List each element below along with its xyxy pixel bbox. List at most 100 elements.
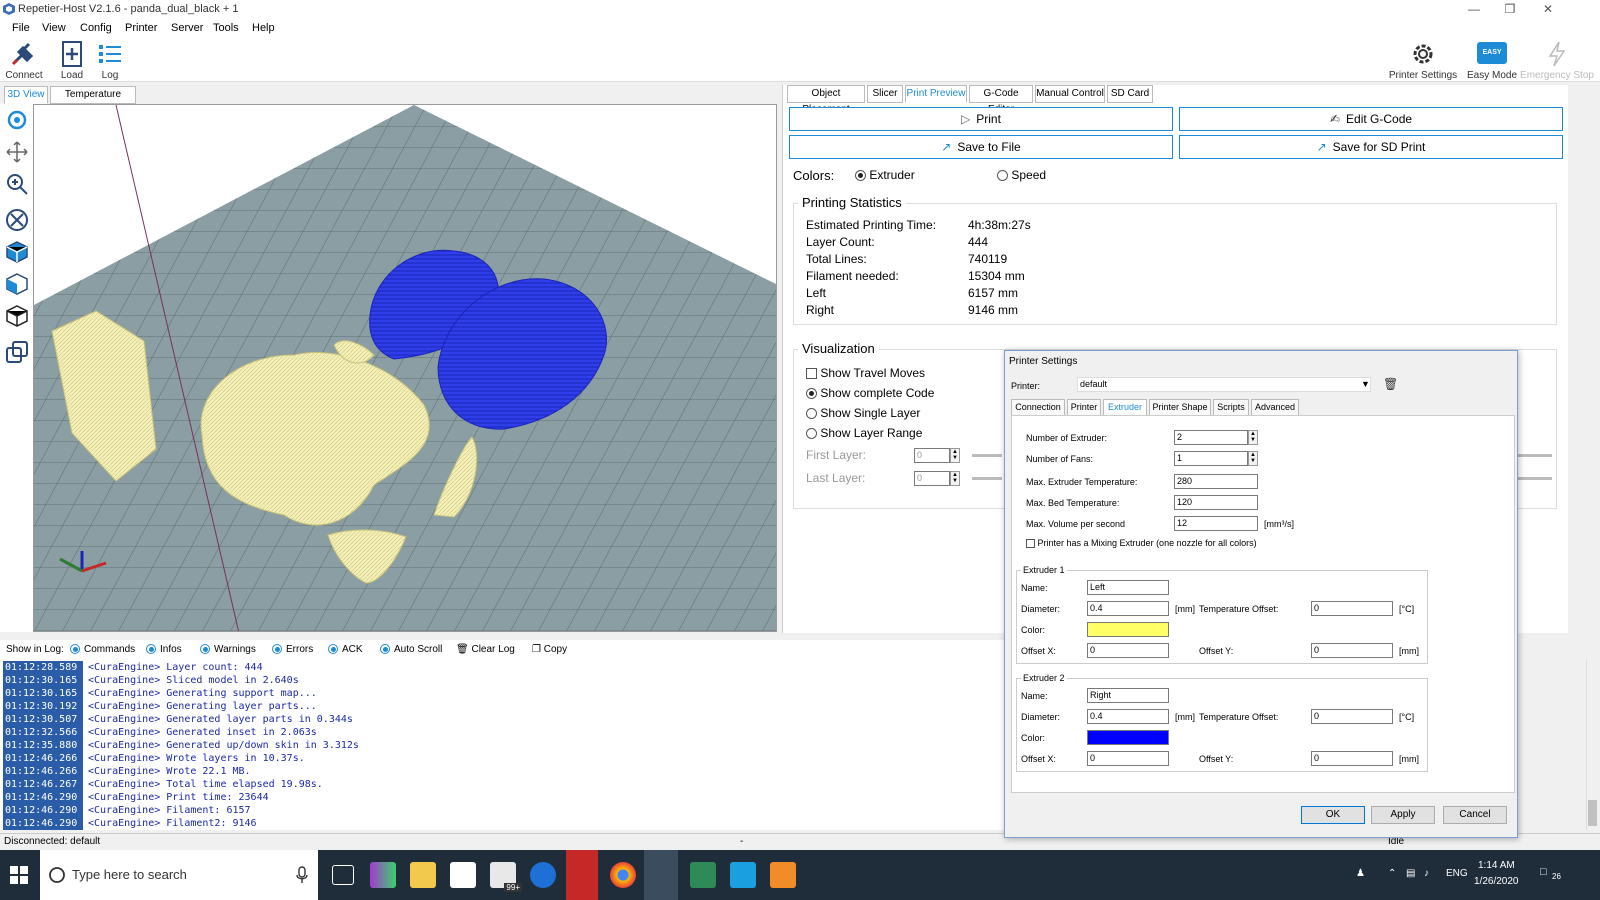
num-fans-spinner[interactable]: ▲ ▼ bbox=[1248, 451, 1258, 466]
ext1-color-swatch[interactable] bbox=[1087, 622, 1169, 637]
ext1-temp-offset-input[interactable]: 0 bbox=[1311, 601, 1393, 616]
ext2-temp-offset-input[interactable]: 0 bbox=[1311, 709, 1393, 724]
fit-view-icon[interactable] bbox=[5, 208, 29, 232]
log-scrollbar-thumb[interactable] bbox=[1588, 800, 1597, 826]
network-icon[interactable]: ▤ bbox=[1406, 868, 1415, 879]
last-layer-slider[interactable] bbox=[972, 477, 1002, 480]
clock-date[interactable]: 1/26/2020 bbox=[1474, 876, 1519, 887]
delete-printer-icon[interactable]: 🗑 bbox=[1383, 377, 1398, 391]
menu-config[interactable]: Config bbox=[80, 22, 112, 34]
ext1-diameter-input[interactable]: 0.4 bbox=[1087, 601, 1169, 616]
mixing-extruder-checkbox[interactable]: Printer has a Mixing Extruder (one nozzl… bbox=[1026, 538, 1257, 549]
num-extruder-spinner[interactable]: ▲ ▼ bbox=[1248, 430, 1258, 445]
show-range-radio[interactable]: Show Layer Range bbox=[806, 426, 922, 440]
first-layer-input[interactable]: 0 bbox=[914, 448, 950, 463]
dialog-tab-printer[interactable]: Printer bbox=[1067, 399, 1101, 416]
menu-view[interactable]: View bbox=[42, 22, 66, 34]
3d-viewport[interactable] bbox=[33, 104, 777, 632]
tab-print-preview[interactable]: Print Preview bbox=[905, 85, 967, 103]
notepad-icon[interactable] bbox=[690, 862, 716, 888]
tab-object-placement[interactable]: Object Placement bbox=[787, 85, 865, 115]
log-filter-ack[interactable]: ACK bbox=[328, 644, 363, 655]
menu-help[interactable]: Help bbox=[252, 22, 275, 34]
store-icon[interactable] bbox=[450, 862, 476, 888]
printer-select[interactable]: default bbox=[1077, 377, 1371, 392]
taskbar-search-box[interactable]: Type here to search bbox=[40, 850, 318, 900]
app-tk-icon[interactable] bbox=[370, 862, 396, 888]
opera-browser-icon[interactable] bbox=[566, 850, 598, 900]
easy-mode-button[interactable]: EASY Easy Mode bbox=[1463, 40, 1521, 81]
apply-button[interactable]: Apply bbox=[1371, 806, 1435, 824]
last-layer-input[interactable]: 0 bbox=[914, 471, 950, 486]
chevron-up-icon[interactable]: ⌃ bbox=[1388, 868, 1396, 879]
show-single-radio[interactable]: Show Single Layer bbox=[806, 406, 920, 420]
ext1-offset-x-input[interactable]: 0 bbox=[1087, 643, 1169, 658]
windows-start-icon[interactable] bbox=[10, 866, 28, 884]
print-button[interactable]: ▷ Print bbox=[789, 107, 1173, 131]
file-explorer-icon[interactable] bbox=[410, 862, 436, 888]
iso-view-icon[interactable] bbox=[5, 240, 29, 264]
close-button[interactable]: ✕ bbox=[1530, 0, 1566, 20]
tab-slicer[interactable]: Slicer bbox=[867, 85, 903, 103]
edge-browser-icon[interactable] bbox=[530, 862, 556, 888]
load-button[interactable]: Load bbox=[56, 40, 88, 81]
tab-sd-card[interactable]: SD Card bbox=[1107, 85, 1153, 103]
menu-server[interactable]: Server bbox=[171, 22, 203, 34]
menu-file[interactable]: File bbox=[12, 22, 30, 34]
log-button[interactable]: Log bbox=[96, 40, 124, 81]
log-filter-warnings[interactable]: Warnings bbox=[200, 644, 256, 655]
fusion-icon[interactable] bbox=[770, 862, 796, 888]
max-bed-temp-input[interactable]: 120 bbox=[1174, 495, 1258, 510]
ext2-color-swatch[interactable] bbox=[1087, 730, 1169, 745]
last-layer-spinner[interactable]: ▲ ▼ bbox=[950, 471, 960, 486]
cura-icon[interactable] bbox=[730, 862, 756, 888]
ext1-offset-y-input[interactable]: 0 bbox=[1311, 643, 1393, 658]
log-filter-errors[interactable]: Errors bbox=[272, 644, 313, 655]
repetier-host-taskbar-icon[interactable] bbox=[644, 850, 678, 900]
color-extruder-radio[interactable]: Extruder bbox=[855, 168, 915, 182]
top-view-icon[interactable] bbox=[5, 304, 29, 328]
num-fans-input[interactable]: 1 bbox=[1174, 451, 1248, 466]
show-complete-radio[interactable]: Show complete Code bbox=[806, 386, 934, 400]
edit-gcode-button[interactable]: ✍ Edit G-Code bbox=[1179, 107, 1563, 131]
save-sd-button[interactable]: ↗ Save for SD Print bbox=[1179, 135, 1563, 159]
max-ext-temp-input[interactable]: 280 bbox=[1174, 474, 1258, 489]
log-filter-commands[interactable]: Commands bbox=[70, 644, 135, 655]
max-volume-input[interactable]: 12 bbox=[1174, 516, 1258, 531]
clear-log-button[interactable]: 🗑 Clear Log bbox=[456, 644, 515, 655]
restore-button[interactable]: ❐ bbox=[1492, 0, 1528, 20]
log-filter-infos[interactable]: Infos bbox=[146, 644, 182, 655]
tab-3d-view[interactable]: 3D View bbox=[4, 86, 48, 104]
connect-button[interactable]: Connect bbox=[4, 40, 44, 81]
rotate-icon[interactable] bbox=[5, 108, 29, 132]
task-view-icon[interactable] bbox=[332, 865, 354, 885]
dialog-tab-printer-shape[interactable]: Printer Shape bbox=[1149, 399, 1211, 416]
emergency-stop-button[interactable]: Emergency Stop bbox=[1520, 40, 1594, 81]
people-icon[interactable]: ♟ bbox=[1356, 868, 1365, 879]
dialog-tab-connection[interactable]: Connection bbox=[1011, 399, 1065, 416]
ext2-offset-y-input[interactable]: 0 bbox=[1311, 751, 1393, 766]
log-scrollbar[interactable] bbox=[1586, 660, 1598, 830]
log-area[interactable]: 01:12:28.589 <CuraEngine> Layer count: 44… bbox=[0, 660, 1004, 830]
microphone-icon[interactable] bbox=[296, 866, 308, 884]
dialog-tab-scripts[interactable]: Scripts bbox=[1213, 399, 1249, 416]
volume-icon[interactable]: ♪ bbox=[1424, 868, 1429, 879]
color-speed-radio[interactable]: Speed bbox=[997, 168, 1046, 182]
move-icon[interactable] bbox=[5, 140, 29, 164]
copy-log-button[interactable]: ❐ Copy bbox=[532, 644, 567, 655]
log-auto-scroll[interactable]: Auto Scroll bbox=[380, 644, 442, 655]
first-layer-spinner[interactable]: ▲ ▼ bbox=[950, 448, 960, 463]
ext2-offset-x-input[interactable]: 0 bbox=[1087, 751, 1169, 766]
mail-icon[interactable]: 99+ bbox=[490, 862, 522, 892]
ext2-diameter-input[interactable]: 0.4 bbox=[1087, 709, 1169, 724]
ext2-name-input[interactable]: Right bbox=[1087, 688, 1169, 703]
tab-temperature-curve[interactable]: Temperature Curve bbox=[50, 86, 136, 116]
show-travel-checkbox[interactable]: Show Travel Moves bbox=[806, 366, 925, 380]
notification-center-icon[interactable]: □ bbox=[1540, 866, 1547, 878]
dialog-tab-extruder[interactable]: Extruder bbox=[1103, 399, 1147, 416]
clock-time[interactable]: 1:14 AM bbox=[1478, 860, 1515, 871]
num-extruder-input[interactable]: 2 bbox=[1174, 430, 1248, 445]
zoom-icon[interactable] bbox=[5, 172, 29, 196]
tab-manual-control[interactable]: Manual Control bbox=[1035, 85, 1105, 103]
chrome-browser-icon[interactable] bbox=[610, 862, 636, 888]
